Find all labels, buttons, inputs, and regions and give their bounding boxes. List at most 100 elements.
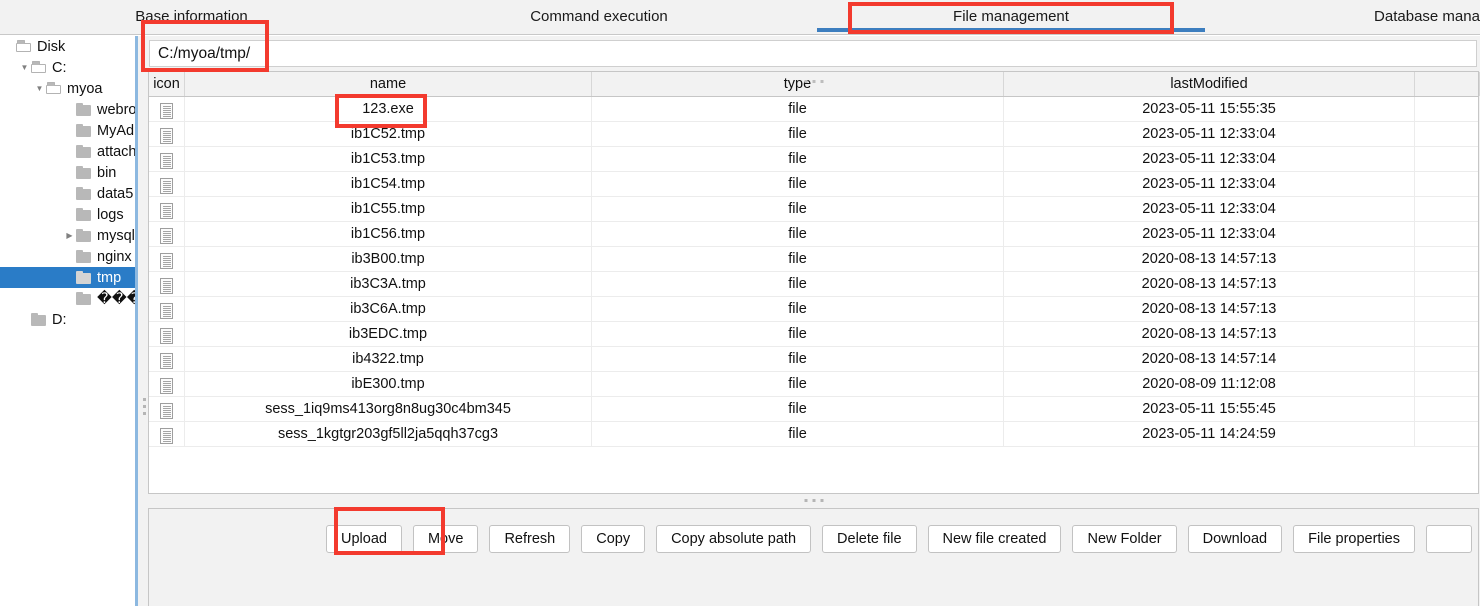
table-row[interactable]: ib1C55.tmp file 2023-05-11 12:33:04	[149, 197, 1478, 222]
cell-extra	[1415, 422, 1478, 446]
cell-lastModified: 2020-08-13 14:57:13	[1004, 272, 1415, 296]
file-table-header: icon name type lastModified	[149, 72, 1480, 97]
cell-name: sess_1kgtgr203gf5ll2ja5qqh37cg3	[185, 422, 592, 446]
file-icon	[160, 328, 173, 345]
tree-item-tmp[interactable]: tmp	[0, 267, 135, 288]
cell-name: 123.exe	[185, 97, 592, 121]
tree-item-[interactable]: ����	[0, 288, 135, 309]
file-icon	[160, 228, 173, 245]
column-header-icon[interactable]: icon	[149, 72, 185, 96]
cell-lastModified: 2023-05-11 12:33:04	[1004, 172, 1415, 196]
tree-item-mysql5[interactable]: ▶ mysql5	[0, 225, 135, 246]
table-row[interactable]: ib3C6A.tmp file 2020-08-13 14:57:13	[149, 297, 1478, 322]
cell-icon	[149, 122, 185, 146]
cell-lastModified: 2023-05-11 12:33:04	[1004, 222, 1415, 246]
tree-item-label: webroot	[97, 101, 135, 118]
cell-type: file	[592, 397, 1004, 421]
cell-extra	[1415, 122, 1478, 146]
file-icon	[160, 378, 173, 395]
file-table-body[interactable]: 123.exe file 2023-05-11 15:55:35 ib1C52.tmp…	[149, 97, 1478, 493]
table-row[interactable]: ib1C53.tmp file 2023-05-11 12:33:04	[149, 147, 1478, 172]
cell-type: file	[592, 322, 1004, 346]
upload-button[interactable]: Upload	[326, 525, 402, 553]
cell-type: file	[592, 247, 1004, 271]
table-row[interactable]: ib1C52.tmp file 2023-05-11 12:33:04	[149, 122, 1478, 147]
vertical-splitter[interactable]	[135, 36, 147, 606]
cell-type: file	[592, 222, 1004, 246]
tree-item-attach[interactable]: attach	[0, 141, 135, 162]
table-row[interactable]: sess_1iq9ms413org8n8ug30c4bm345 file 2023-…	[149, 397, 1478, 422]
tree-item-label: bin	[97, 164, 117, 181]
tab-label: Base information	[135, 7, 248, 25]
table-row[interactable]: ib1C54.tmp file 2023-05-11 12:33:04	[149, 172, 1478, 197]
table-row[interactable]: sess_1kgtgr203gf5ll2ja5qqh37cg3 file 2023-…	[149, 422, 1478, 447]
cell-icon	[149, 172, 185, 196]
table-row[interactable]: ib4322.tmp file 2020-08-13 14:57:14	[149, 347, 1478, 372]
cell-type: file	[592, 97, 1004, 121]
tree-item-data5[interactable]: data5	[0, 183, 135, 204]
cell-name: ibE300.tmp	[185, 372, 592, 396]
delete-file-button[interactable]: Delete file	[822, 525, 917, 553]
table-row[interactable]: ib1C56.tmp file 2023-05-11 12:33:04	[149, 222, 1478, 247]
tree-item-logs[interactable]: logs	[0, 204, 135, 225]
disk-tree-panel[interactable]: Disk ▼ C: ▼ myoa webroot MyAdmin attach bin data5…	[0, 36, 135, 606]
tree-item-myoa[interactable]: ▼ myoa	[0, 78, 135, 99]
tree-item-nginx[interactable]: nginx	[0, 246, 135, 267]
cell-lastModified: 2020-08-13 14:57:13	[1004, 297, 1415, 321]
main-tab-strip: Base information Command execution File …	[0, 0, 1480, 35]
file-icon	[160, 178, 173, 195]
column-header-name[interactable]: name	[185, 72, 592, 96]
tree-item-webroot[interactable]: webroot	[0, 99, 135, 120]
tab-database-management[interactable]: Database mana	[1362, 0, 1480, 34]
tree-item-Disk[interactable]: Disk	[0, 36, 135, 57]
tree-item-MyAdmin[interactable]: MyAdmin	[0, 120, 135, 141]
cell-icon	[149, 197, 185, 221]
file-properties-button[interactable]: File properties	[1293, 525, 1415, 553]
download-button[interactable]: Download	[1187, 525, 1283, 553]
file-management-window: Base information Command execution File …	[0, 0, 1480, 606]
table-row[interactable]: ib3B00.tmp file 2020-08-13 14:57:13	[149, 247, 1478, 272]
path-input[interactable]	[149, 40, 1477, 67]
cell-extra	[1415, 172, 1478, 196]
cell-icon	[149, 222, 185, 246]
chevron-right-icon[interactable]: ▶	[63, 231, 76, 240]
cell-type: file	[592, 197, 1004, 221]
table-row[interactable]: ib3C3A.tmp file 2020-08-13 14:57:13	[149, 272, 1478, 297]
tree-item-D[interactable]: D:	[0, 309, 135, 330]
table-row[interactable]: ib3EDC.tmp file 2020-08-13 14:57:13	[149, 322, 1478, 347]
move-button[interactable]: Move	[412, 525, 479, 553]
new-file-created-button[interactable]: New file created	[927, 525, 1062, 553]
tab-command-execution[interactable]: Command execution	[464, 0, 734, 34]
cell-name: ib3C3A.tmp	[185, 272, 592, 296]
column-header-lastModified[interactable]: lastModified	[1004, 72, 1415, 96]
tree-item-bin[interactable]: bin	[0, 162, 135, 183]
column-header-extra[interactable]	[1415, 72, 1480, 96]
chevron-down-icon[interactable]: ▼	[18, 63, 31, 72]
chevron-down-icon[interactable]: ▼	[33, 84, 46, 93]
cell-name: ib4322.tmp	[185, 347, 592, 371]
table-row[interactable]: ibE300.tmp file 2020-08-09 11:12:08	[149, 372, 1478, 397]
tab-label: Command execution	[530, 7, 668, 25]
file-management-content: iconnametypelastModified 123.exefile2023…	[147, 36, 1480, 606]
copy-button[interactable]: Copy	[581, 525, 646, 553]
file-icon	[160, 303, 173, 320]
horizontal-splitter[interactable]	[148, 494, 1479, 508]
column-resize-grip-icon[interactable]	[804, 80, 823, 83]
more-button[interactable]	[1426, 525, 1472, 553]
cell-name: ib1C54.tmp	[185, 172, 592, 196]
refresh-button[interactable]: Refresh	[489, 525, 571, 553]
cell-lastModified: 2023-05-11 12:33:04	[1004, 122, 1415, 146]
cell-extra	[1415, 197, 1478, 221]
copy-absolute-path-button[interactable]: Copy absolute path	[656, 525, 812, 553]
tree-item-label: logs	[97, 206, 124, 223]
tab-base-information[interactable]: Base information	[124, 0, 259, 34]
column-header-type[interactable]: type	[592, 72, 1004, 96]
cell-name: ib1C52.tmp	[185, 122, 592, 146]
new-folder-button[interactable]: New Folder	[1072, 525, 1177, 553]
tree-item-label: MyAdmin	[97, 122, 135, 139]
folder-icon	[76, 103, 93, 116]
cell-extra	[1415, 372, 1478, 396]
tree-item-C[interactable]: ▼ C:	[0, 57, 135, 78]
file-icon	[160, 428, 173, 445]
table-row[interactable]: 123.exe file 2023-05-11 15:55:35	[149, 97, 1478, 122]
